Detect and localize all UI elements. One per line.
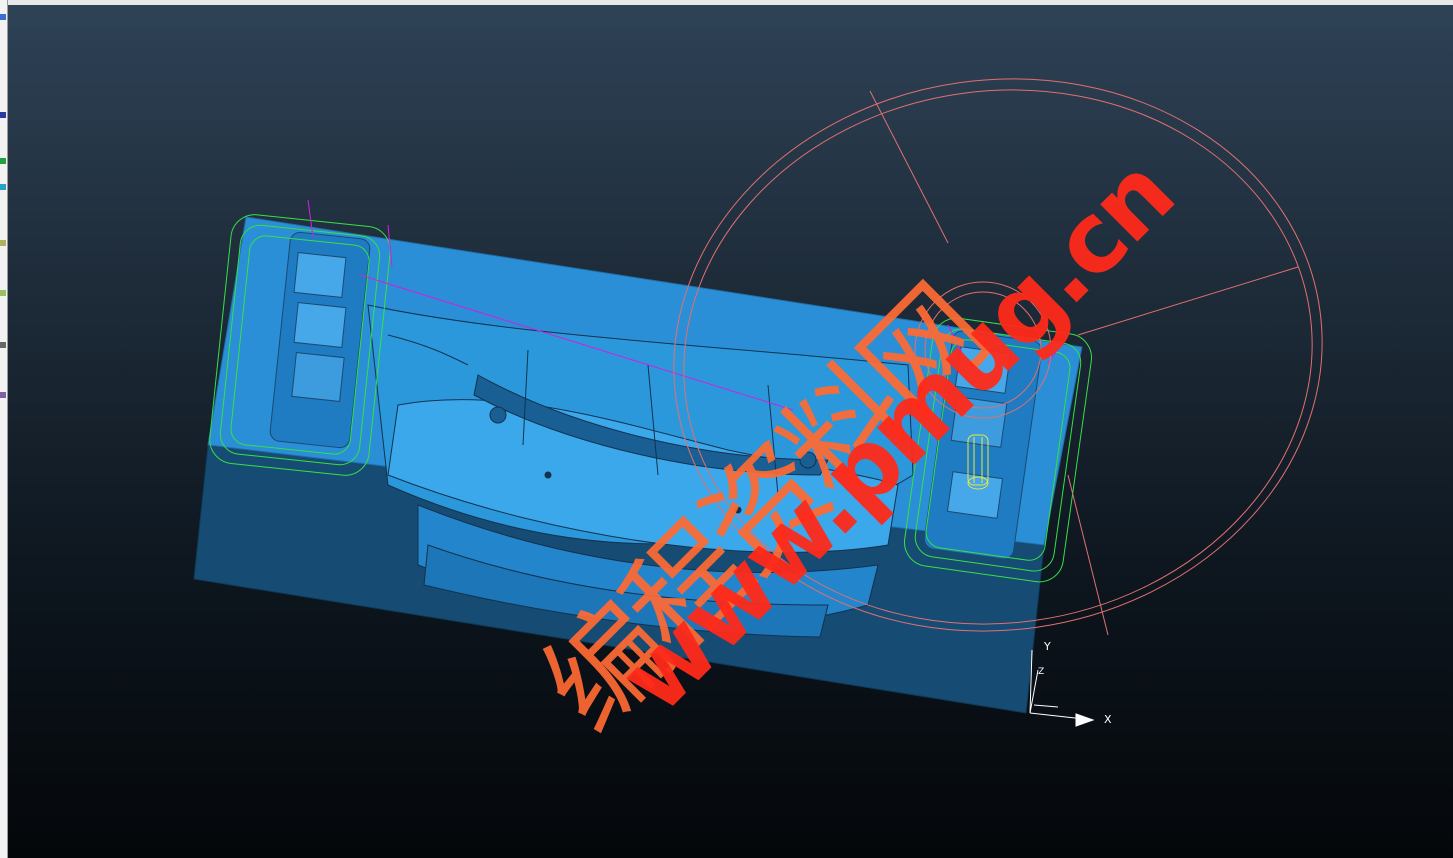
left-toolbar-strip xyxy=(0,0,8,858)
cad-model-scene xyxy=(193,78,1323,727)
graphics-viewport[interactable]: X Y Z 编程资料网 www.pmug.cn xyxy=(8,5,1453,858)
x-axis-label: X xyxy=(1104,713,1112,726)
y-axis-label: Y xyxy=(1044,640,1051,653)
z-axis-label: Z xyxy=(1038,667,1045,677)
toolbar-button-icon[interactable] xyxy=(0,342,6,348)
toolbar-button-icon[interactable] xyxy=(0,290,6,296)
toolbar-button-icon[interactable] xyxy=(0,184,6,190)
toolbar-button-icon[interactable] xyxy=(0,14,6,20)
toolbar-button-icon[interactable] xyxy=(0,158,6,164)
toolbar-button-icon[interactable] xyxy=(0,392,6,398)
toolbar-button-icon[interactable] xyxy=(0,240,6,246)
coordinate-triad-icon xyxy=(1029,649,1095,727)
toolbar-button-icon[interactable] xyxy=(0,112,6,118)
